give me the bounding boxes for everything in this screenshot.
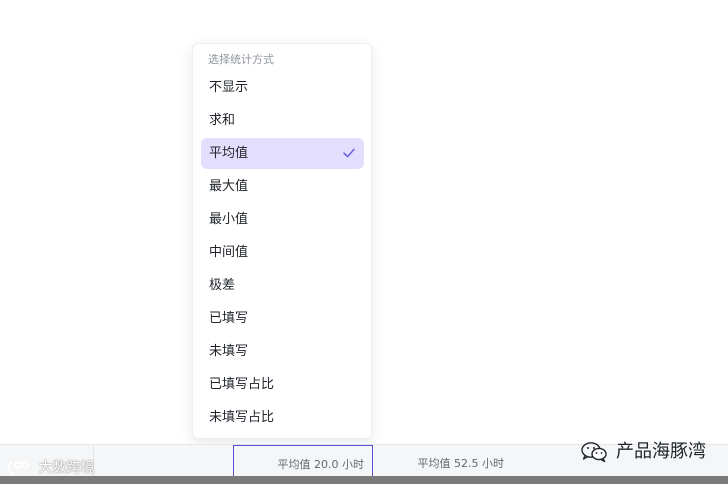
menu-item-unfilled-ratio[interactable]: 未填写占比 bbox=[201, 402, 364, 433]
menu-item-sum[interactable]: 求和 bbox=[201, 105, 364, 136]
menu-item-filled[interactable]: 已填写 bbox=[201, 303, 364, 334]
watermark-left-text: 大数跨境 bbox=[38, 460, 95, 476]
menu-header: 选择统计方式 bbox=[208, 53, 274, 66]
menu-item-label: 最小值 bbox=[209, 212, 249, 227]
menu-item-label: 求和 bbox=[209, 113, 236, 128]
menu-item-label: 不显示 bbox=[209, 80, 249, 95]
menu-item-unfilled[interactable]: 未填写 bbox=[201, 336, 364, 367]
menu-item-range[interactable]: 极差 bbox=[201, 270, 364, 301]
menu-item-label: 已填写 bbox=[209, 311, 249, 326]
menu-item-filled-ratio[interactable]: 已填写占比 bbox=[201, 369, 364, 400]
bottom-edge-strip bbox=[0, 476, 728, 484]
menu-item-average[interactable]: 平均值 bbox=[201, 138, 364, 169]
statistic-value: 平均值 52.5 小时 bbox=[417, 457, 505, 470]
wechat-icon bbox=[581, 442, 607, 463]
menu-item-hide[interactable]: 不显示 bbox=[201, 72, 364, 103]
statistic-method-dropdown: 选择统计方式 不显示 求和 平均值 最大值 最小值 中间值 极差 已填写 未填写… bbox=[192, 43, 372, 439]
menu-item-label: 平均值 bbox=[209, 146, 249, 161]
statistic-cell[interactable]: 平均值 52.5 小时 bbox=[373, 445, 512, 476]
menu-item-label: 中间值 bbox=[209, 245, 249, 260]
menu-item-label: 最大值 bbox=[209, 179, 249, 194]
menu-item-label: 极差 bbox=[209, 278, 236, 293]
watermark-logo-icon bbox=[8, 461, 29, 475]
menu-item-min[interactable]: 最小值 bbox=[201, 204, 364, 235]
menu-item-median[interactable]: 中间值 bbox=[201, 237, 364, 268]
menu-item-label: 已填写占比 bbox=[209, 377, 275, 392]
menu-item-label: 未填写占比 bbox=[209, 410, 275, 425]
watermark-right: 产品海豚湾 bbox=[580, 438, 706, 466]
menu-item-label: 未填写 bbox=[209, 344, 249, 359]
check-icon bbox=[343, 148, 355, 158]
menu-item-max[interactable]: 最大值 bbox=[201, 171, 364, 202]
watermark-left: 大数跨境 bbox=[6, 458, 94, 478]
statistic-value: 平均值 20.0 小时 bbox=[277, 458, 365, 471]
watermark-right-text: 产品海豚湾 bbox=[616, 441, 706, 462]
